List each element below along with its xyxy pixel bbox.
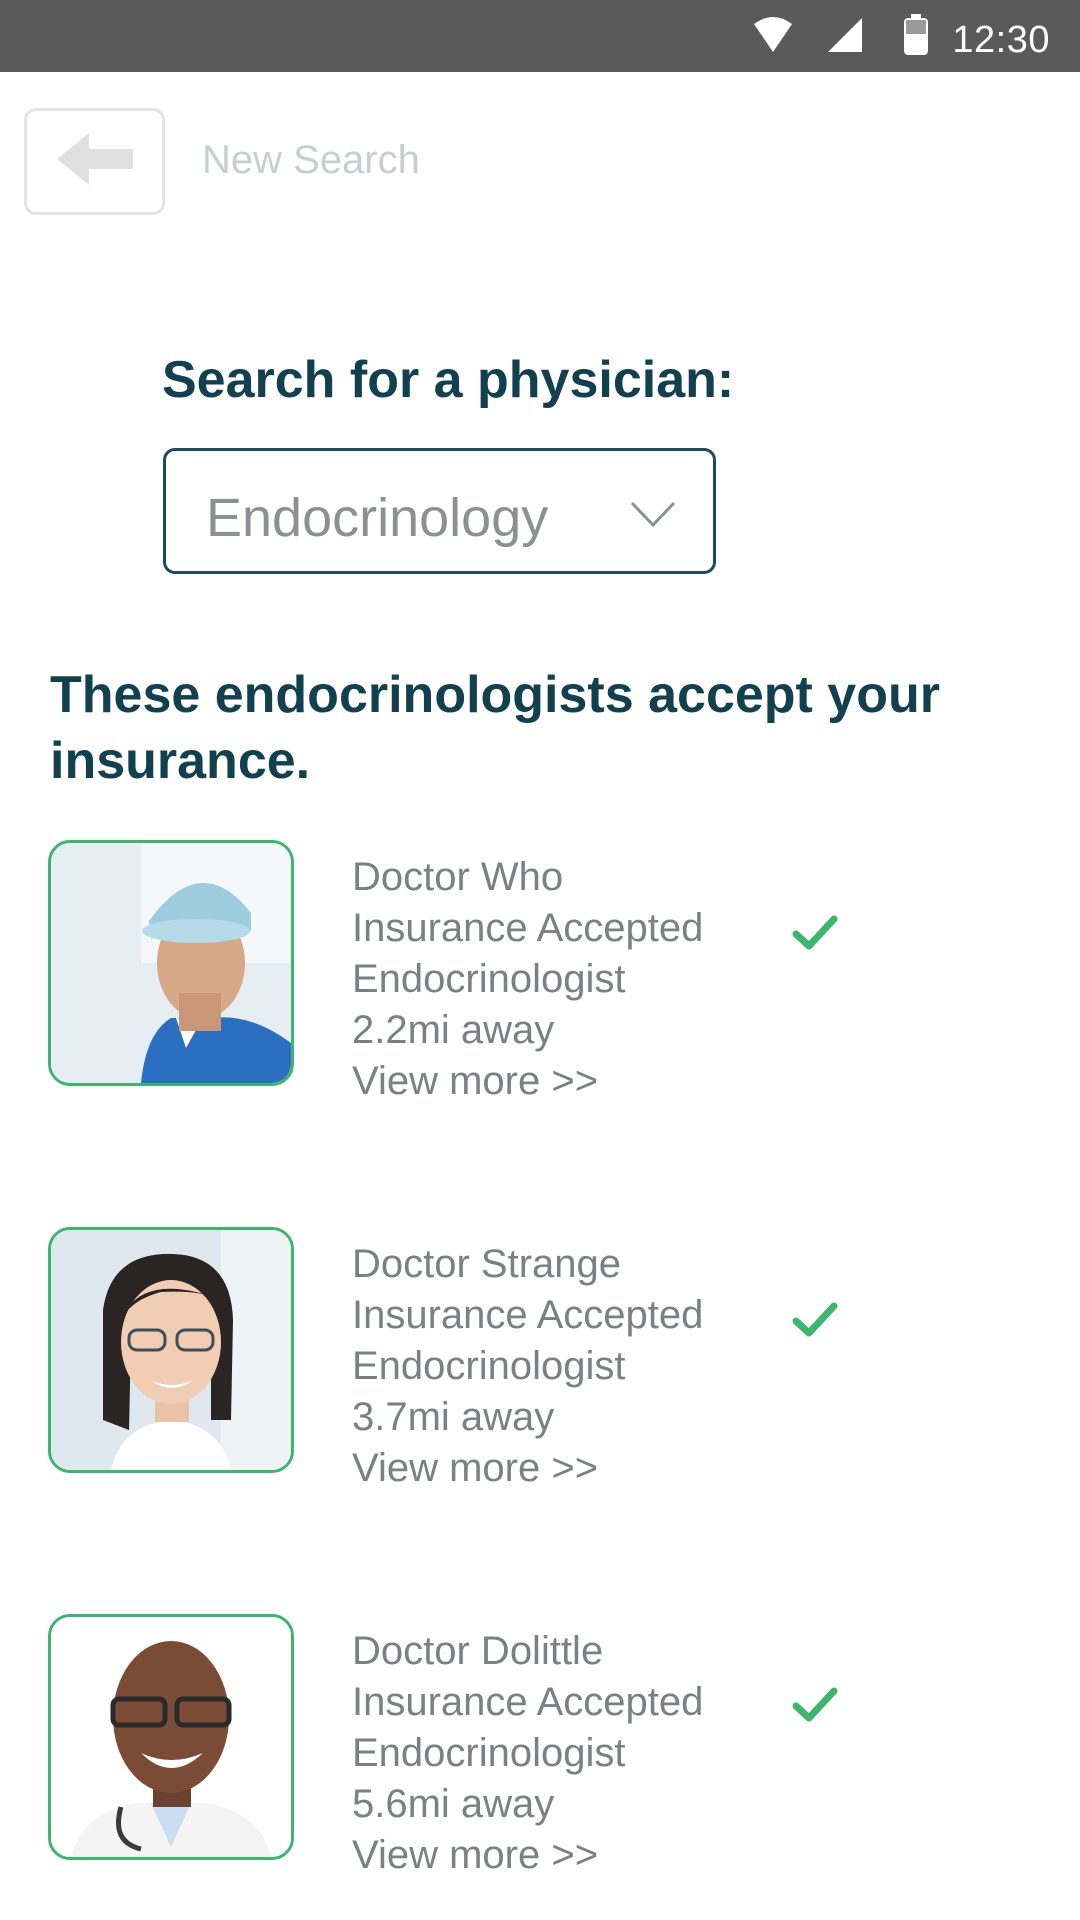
status-time: 12:30 [952, 19, 1050, 61]
insurance-status: Insurance Accepted [352, 1293, 704, 1337]
doctor-card: Doctor Strange Insurance Accepted Endocr… [0, 1227, 1080, 1527]
doctor-specialty: Endocrinologist [352, 1731, 626, 1775]
doctor-name: Doctor Dolittle [352, 1629, 604, 1673]
status-bar: 12:30 [0, 0, 1080, 72]
wifi-icon [752, 16, 794, 59]
check-icon [792, 914, 838, 957]
doctor-distance: 2.2mi away [352, 1008, 555, 1052]
view-more-link[interactable]: View more >> [352, 1830, 703, 1881]
insurance-status: Insurance Accepted [352, 1680, 704, 1724]
arrow-left-icon [53, 129, 137, 194]
specialty-select-value: Endocrinology [206, 488, 549, 548]
doctor-photo[interactable] [48, 1614, 294, 1860]
doctor-name: Doctor Strange [352, 1242, 622, 1286]
new-search-link[interactable]: New Search [202, 138, 420, 183]
doctor-card: Doctor Dolittle Insurance Accepted Endoc… [0, 1614, 1080, 1914]
specialty-select[interactable]: Endocrinology [163, 448, 716, 574]
doctor-info: Doctor Strange Insurance Accepted Endocr… [352, 1239, 703, 1494]
doctor-card: Doctor Who Insurance Accepted Endocrinol… [0, 840, 1080, 1140]
insurance-status: Insurance Accepted [352, 906, 704, 950]
cell-signal-icon [826, 16, 864, 59]
doctor-info: Doctor Dolittle Insurance Accepted Endoc… [352, 1626, 703, 1881]
battery-icon [903, 14, 929, 61]
chevron-down-icon [629, 499, 677, 534]
search-heading: Search for a physician: [162, 351, 735, 409]
check-icon [792, 1686, 838, 1729]
doctor-info: Doctor Who Insurance Accepted Endocrinol… [352, 852, 703, 1107]
doctor-name: Doctor Who [352, 855, 564, 899]
results-heading: These endocrinologists accept your insur… [50, 666, 940, 790]
doctor-distance: 3.7mi away [352, 1395, 555, 1439]
doctor-specialty: Endocrinologist [352, 1344, 626, 1388]
view-more-link[interactable]: View more >> [352, 1056, 703, 1107]
doctor-specialty: Endocrinologist [352, 957, 626, 1001]
view-more-link[interactable]: View more >> [352, 1443, 703, 1494]
check-icon [792, 1301, 838, 1344]
doctor-photo[interactable] [48, 840, 294, 1086]
back-button[interactable] [24, 108, 165, 215]
doctor-distance: 5.6mi away [352, 1782, 555, 1826]
doctor-photo[interactable] [48, 1227, 294, 1473]
